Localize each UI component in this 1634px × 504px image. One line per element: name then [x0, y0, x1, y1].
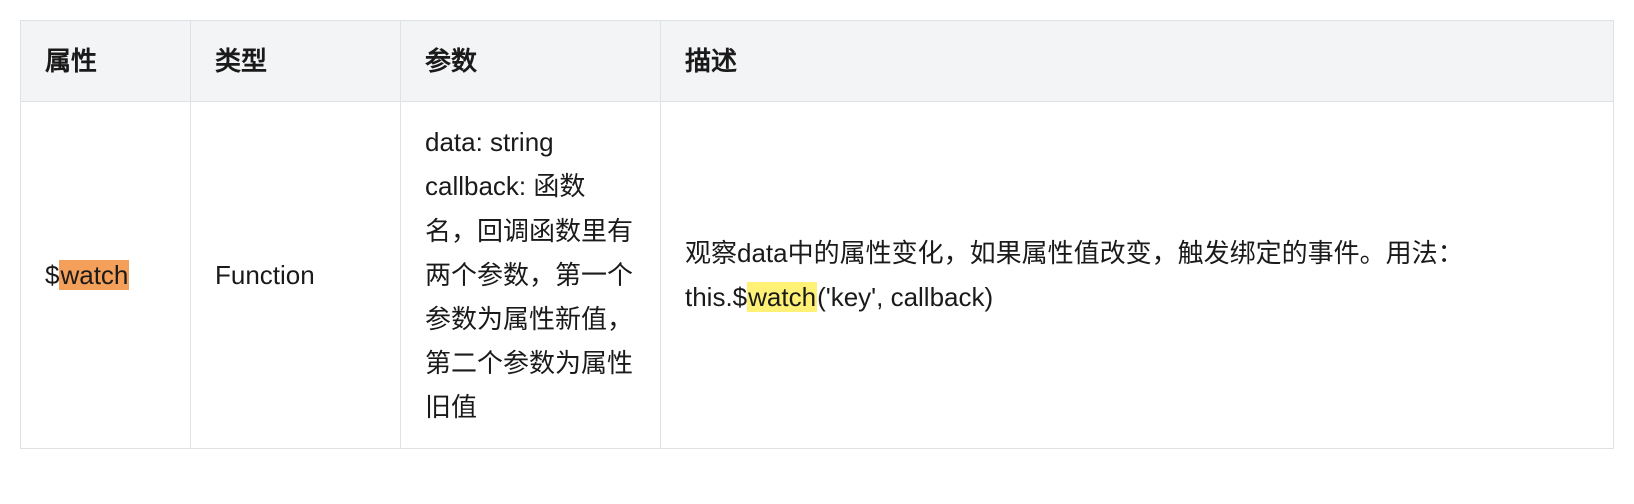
- cell-args: data: string callback: 函数名，回调函数里有两个参数，第一…: [401, 102, 661, 448]
- usage-prefix: this.$: [685, 282, 747, 312]
- header-type: 类型: [191, 21, 401, 102]
- cell-description: 观察data中的属性变化，如果属性值改变，触发绑定的事件。用法： this.$w…: [661, 102, 1614, 448]
- attribute-prefix: $: [45, 260, 59, 290]
- description-line1: 观察data中的属性变化，如果属性值改变，触发绑定的事件。用法：: [685, 238, 1464, 268]
- table-row: $watch Function data: string callback: 函…: [21, 102, 1614, 448]
- attribute-highlight: watch: [59, 260, 129, 290]
- cell-attribute: $watch: [21, 102, 191, 448]
- cell-type: Function: [191, 102, 401, 448]
- usage-suffix: ('key', callback): [817, 282, 993, 312]
- header-description: 描述: [661, 21, 1614, 102]
- api-table: 属性 类型 参数 描述 $watch Function data: string…: [20, 20, 1614, 449]
- header-args: 参数: [401, 21, 661, 102]
- usage-highlight: watch: [747, 282, 817, 312]
- table-header-row: 属性 类型 参数 描述: [21, 21, 1614, 102]
- header-attribute: 属性: [21, 21, 191, 102]
